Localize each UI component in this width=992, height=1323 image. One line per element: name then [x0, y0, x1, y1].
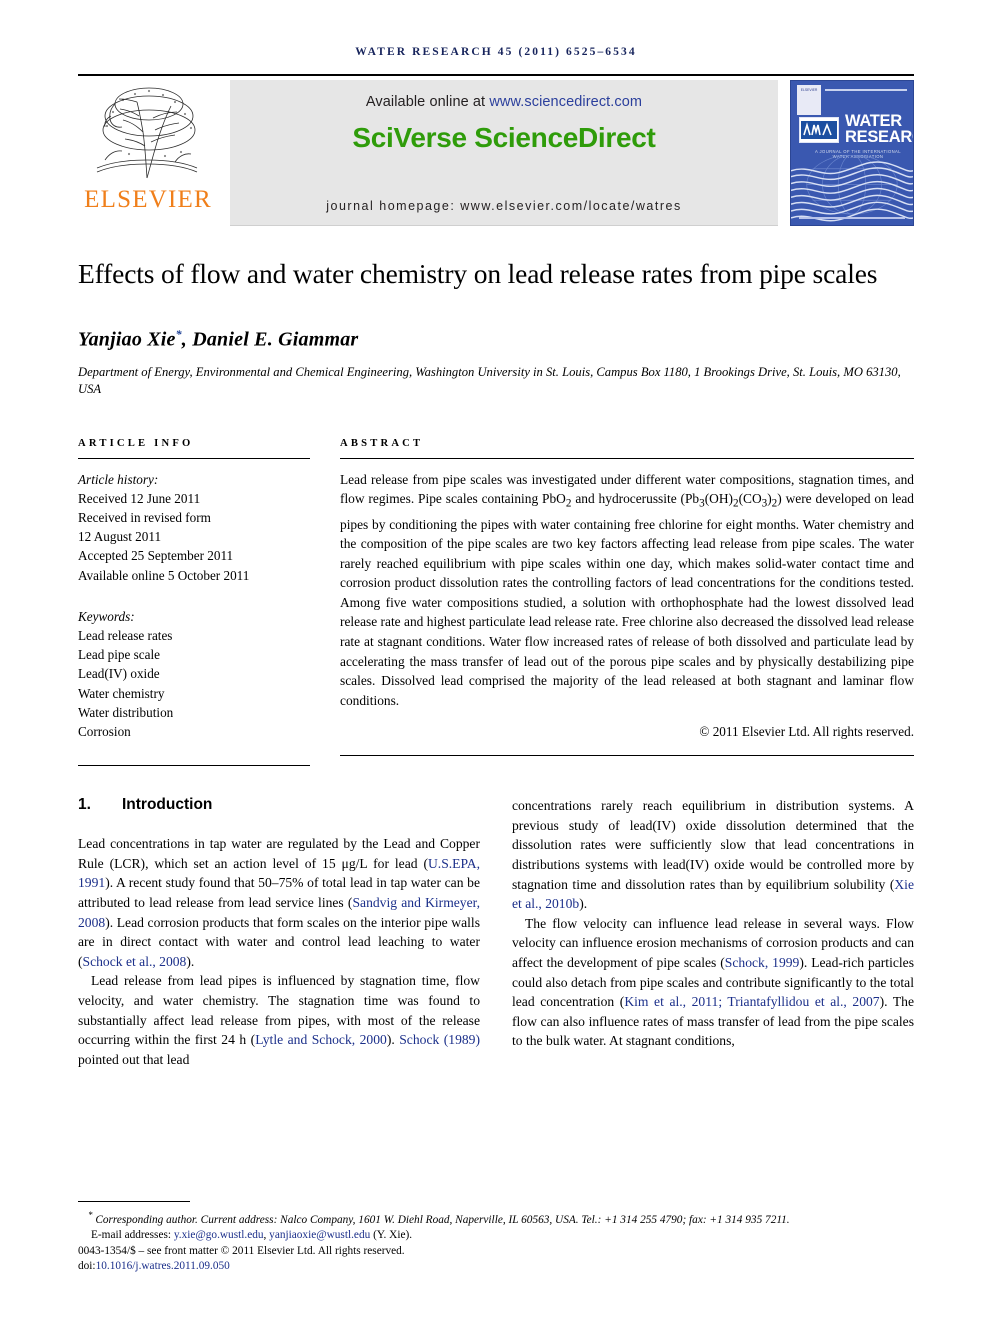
- elsevier-wordmark: ELSEVIER: [84, 186, 212, 213]
- keyword-item: Water distribution: [78, 704, 174, 720]
- cover-wave-graphic: [791, 155, 913, 222]
- body-column-left: 1. Introduction Lead concentrations in t…: [78, 796, 480, 1069]
- history-item: Available online 5 October 2011: [78, 567, 250, 583]
- history-item: Received 12 June 2011: [78, 490, 201, 506]
- affiliation: Department of Energy, Environmental and …: [78, 364, 901, 396]
- journal-article-page: WATER RESEARCH 45 (2011) 6525–6534 ELSEV…: [0, 0, 992, 1323]
- author-list: Yanjiao Xie*, Daniel E. Giammar: [78, 327, 914, 352]
- section-heading-introduction: 1. Introduction: [78, 796, 480, 814]
- abstract-column: ABSTRACT Lead release from pipe scales w…: [340, 438, 914, 767]
- keyword-item: Water chemistry: [78, 685, 165, 701]
- paragraph: The flow velocity can influence lead rel…: [512, 914, 914, 1051]
- email-address-1[interactable]: y.xie@go.wustl.edu: [174, 1229, 264, 1241]
- email-suffix: (Y. Xie).: [370, 1229, 413, 1242]
- keyword-item: Lead release rates: [78, 628, 173, 644]
- cover-top-rule: [825, 89, 907, 91]
- paragraph-text: concentrations rarely reach equilibrium …: [512, 798, 914, 892]
- paragraph-text: Lead concentrations in tap water are reg…: [78, 836, 480, 871]
- available-online-line: Available online at www.sciencedirect.co…: [366, 94, 642, 110]
- history-item: 12 August 2011: [78, 529, 162, 545]
- footnotes: * Corresponding author. Current address:…: [78, 1200, 914, 1275]
- paragraph: concentrations rarely reach equilibrium …: [512, 796, 914, 914]
- body-columns: 1. Introduction Lead concentrations in t…: [78, 796, 914, 1069]
- citation-link[interactable]: Schock (1989): [399, 1032, 480, 1047]
- cover-title-line2: RESEARCH: [845, 128, 913, 146]
- paragraph-text: ).: [386, 1032, 400, 1048]
- title-block: Effects of flow and water chemistry on l…: [78, 256, 914, 398]
- email-label: E-mail addresses:: [91, 1229, 174, 1242]
- abstract-part: and hydrocerussite (Pb: [571, 491, 700, 507]
- page-title: Effects of flow and water chemistry on l…: [78, 258, 878, 289]
- paragraph: Lead concentrations in tap water are reg…: [78, 834, 480, 971]
- authors-remaining: , Daniel E. Giammar: [181, 328, 359, 351]
- article-history-label: Article history:: [78, 471, 159, 487]
- citation-link[interactable]: Schock, 1999: [725, 955, 800, 970]
- abstract-part: ) were developed on lead pipes by condit…: [340, 491, 915, 708]
- paragraph-text: pointed out that lead: [78, 1051, 190, 1067]
- info-abstract-row: ARTICLE INFO Article history: Received 1…: [78, 438, 914, 767]
- journal-homepage-line[interactable]: journal homepage: www.elsevier.com/locat…: [230, 199, 778, 213]
- section-number: 1.: [78, 796, 91, 814]
- footnote-marker: *: [88, 1209, 93, 1220]
- email-address-2[interactable]: yanjiaoxie@wustl.edu: [269, 1229, 370, 1241]
- cover-elsevier-label: ELSEVIER: [800, 88, 818, 92]
- sciencedirect-banner: Available online at www.sciencedirect.co…: [230, 80, 778, 226]
- doi-label: doi:: [78, 1260, 96, 1273]
- cover-bottom-rule: [799, 217, 905, 219]
- copyright-line: © 2011 Elsevier Ltd. All rights reserved…: [699, 724, 914, 740]
- article-info-heading: ARTICLE INFO: [78, 437, 194, 449]
- paragraph-text: ).: [579, 896, 588, 912]
- iwa-logo-icon: [801, 121, 837, 139]
- section-title: Introduction: [122, 796, 213, 814]
- iwa-logo: [799, 117, 839, 143]
- corresponding-author-note: * Corresponding author. Current address:…: [78, 1208, 914, 1228]
- paragraph-text: ).: [186, 953, 195, 969]
- keyword-item: Lead pipe scale: [78, 647, 161, 663]
- elsevier-logo: ELSEVIER: [78, 80, 218, 226]
- cover-title-line1: WATER: [845, 112, 902, 130]
- sciverse-sciencedirect-logo: SciVerse ScienceDirect: [352, 122, 656, 153]
- abstract-part: (CO: [738, 491, 762, 507]
- abstract-text: Lead release from pipe scales was invest…: [340, 459, 914, 711]
- paragraph: Lead release from lead pipes is influenc…: [78, 971, 480, 1069]
- masthead: ELSEVIER Available online at www.science…: [78, 74, 914, 226]
- article-history: Article history: Received 12 June 2011 R…: [78, 459, 310, 742]
- keyword-item: Lead(IV) oxide: [78, 666, 160, 682]
- cover-title: WATER RESEARCH: [845, 112, 913, 146]
- doi-line: doi:10.1016/j.watres.2011.09.050: [78, 1259, 914, 1275]
- history-item: Accepted 25 September 2011: [78, 548, 234, 564]
- sciencedirect-url[interactable]: www.sciencedirect.com: [489, 94, 642, 110]
- journal-cover-thumbnail: ELSEVIER WATER RESEARCH A JOURNAL OF THE…: [790, 80, 914, 226]
- keywords-label: Keywords:: [78, 608, 135, 624]
- author-primary: Yanjiao Xie: [78, 328, 176, 351]
- article-info-column: ARTICLE INFO Article history: Received 1…: [78, 438, 310, 767]
- issn-frontmatter-line: 0043-1354/$ – see front matter © 2011 El…: [78, 1244, 405, 1257]
- history-item: Received in revised form: [78, 510, 211, 526]
- keywords-group: Keywords: Lead release rates Lead pipe s…: [78, 607, 310, 741]
- doi-value[interactable]: 10.1016/j.watres.2011.09.050: [96, 1260, 230, 1272]
- available-online-text: Available online at: [365, 94, 490, 110]
- corresponding-author-text: Corresponding author. Current address: N…: [92, 1213, 790, 1226]
- citation-link[interactable]: Schock et al., 2008: [83, 954, 187, 969]
- body-column-right: concentrations rarely reach equilibrium …: [512, 796, 914, 1069]
- footnote-rule: [78, 1200, 190, 1202]
- email-note: E-mail addresses: y.xie@go.wustl.edu, ya…: [78, 1228, 914, 1244]
- article-info-bottom-rule: [78, 765, 310, 767]
- citation-link[interactable]: Kim et al., 2011; Triantafyllidou et al.…: [624, 994, 879, 1009]
- abstract-heading: ABSTRACT: [340, 437, 424, 449]
- abstract-part: (OH): [704, 491, 733, 507]
- citation-link[interactable]: Lytle and Schock, 2000: [255, 1032, 387, 1047]
- abstract-bottom-rule: [340, 755, 914, 757]
- keyword-item: Corrosion: [78, 724, 131, 740]
- running-head: WATER RESEARCH 45 (2011) 6525–6534: [355, 46, 637, 58]
- cover-elsevier-badge: ELSEVIER: [797, 85, 821, 115]
- elsevier-tree-icon: [96, 87, 198, 179]
